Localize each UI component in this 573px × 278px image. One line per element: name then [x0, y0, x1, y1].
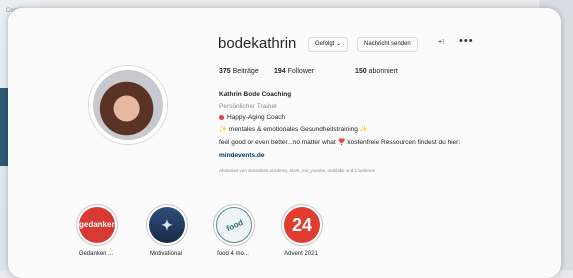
highlight-advent[interactable]: 24: [281, 204, 323, 246]
highlight-cover-icon: ✦: [161, 217, 173, 233]
profile-avatar[interactable]: [88, 65, 168, 145]
posts-count: 375: [219, 68, 231, 75]
highlight-motivational[interactable]: ✦: [146, 204, 188, 246]
highlight-gedanken[interactable]: gedanken: [76, 204, 118, 246]
bio-line-text: Happy-Aging Coach: [227, 114, 286, 121]
send-message-button[interactable]: Nachricht senden: [357, 37, 418, 52]
highlight-food[interactable]: food: [213, 204, 255, 246]
followed-by-text[interactable]: Abonniert von stressless.academy, stark_…: [219, 168, 375, 173]
followers-stat[interactable]: 194 Follower: [274, 68, 314, 75]
bio-link[interactable]: mindevents.de: [219, 152, 265, 159]
bio-category: Persönlicher Trainer: [219, 103, 278, 110]
following-label: abonniert: [368, 68, 398, 75]
profile-card: bodekathrin Gefolgt ⌄ Nachricht senden +…: [8, 8, 561, 278]
following-button[interactable]: Gefolgt ⌄: [308, 37, 349, 52]
bio-name: Kathrin Bode Coaching: [219, 91, 292, 98]
posts-label: Beiträge: [232, 68, 259, 75]
highlight-cover: gedanken: [79, 207, 115, 243]
profile-username: bodekathrin: [218, 35, 297, 52]
avatar-photo: [93, 70, 163, 140]
suggest-user-icon[interactable]: +⁝: [438, 38, 444, 46]
highlight-cover-text: gedanken: [79, 220, 115, 229]
followers-count: 194: [274, 68, 286, 75]
following-stat[interactable]: 150 abonniert: [355, 68, 398, 75]
highlight-label[interactable]: Gedanken ...: [66, 251, 126, 257]
highlight-cover-text: 24: [291, 215, 313, 235]
bio-line: ✨ mentales & emotionales Gesundheitstrai…: [219, 126, 368, 133]
more-options-icon[interactable]: •••: [459, 35, 474, 47]
highlight-label[interactable]: food 4 mo...: [203, 251, 263, 257]
following-count: 150: [355, 68, 367, 75]
highlight-cover: food: [216, 207, 252, 243]
bio-line: Happy-Aging Coach: [219, 114, 285, 121]
highlight-cover: ✦: [149, 207, 185, 243]
followers-label: Follower: [287, 68, 315, 75]
highlight-label[interactable]: Motivational: [136, 251, 196, 257]
highlight-label[interactable]: Advent 2021: [271, 251, 331, 257]
posts-stat: 375 Beiträge: [219, 68, 259, 75]
highlight-cover: 24: [284, 207, 320, 243]
highlight-cover-text: food: [225, 217, 245, 234]
bio-line: feel good or even better...no matter wha…: [219, 139, 461, 146]
pin-icon: [219, 114, 224, 120]
